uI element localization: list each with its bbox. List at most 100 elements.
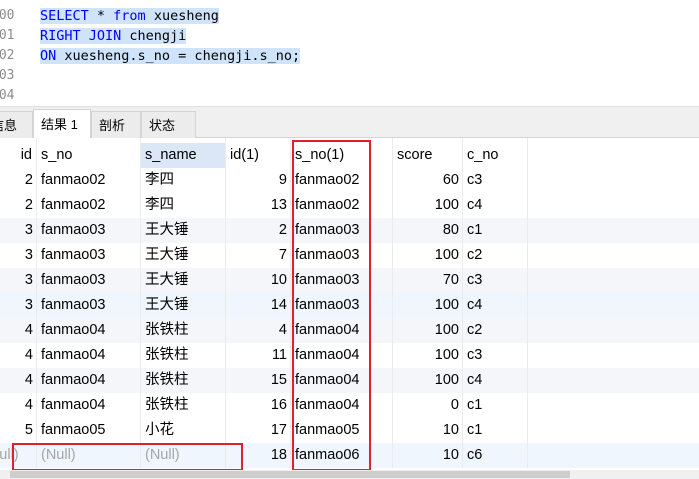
table-cell[interactable]: 4 <box>0 393 37 418</box>
header-col-s_name[interactable]: s_name <box>141 143 226 168</box>
table-cell[interactable]: 100 <box>393 243 463 268</box>
table-cell[interactable]: fanmao03 <box>37 218 141 243</box>
sql-editor[interactable]: 100 SELECT * from xuesheng 101 RIGHT JOIN c… <box>0 0 699 106</box>
table-cell[interactable]: 王大锤 <box>141 268 226 293</box>
header-col-id[interactable]: id <box>0 143 37 168</box>
tab-info[interactable]: 信息 <box>0 111 33 138</box>
table-cell[interactable]: fanmao03 <box>37 268 141 293</box>
table-cell[interactable]: 100 <box>393 293 463 318</box>
table-cell[interactable]: c4 <box>463 193 528 218</box>
table-cell[interactable]: fanmao04 <box>291 318 393 343</box>
table-cell[interactable]: 2 <box>226 218 291 243</box>
table-cell[interactable]: fanmao05 <box>291 418 393 443</box>
table-row[interactable]: 3 fanmao03 王大锤 7 fanmao03 100 c2 <box>0 243 699 268</box>
table-cell[interactable]: fanmao04 <box>291 393 393 418</box>
table-cell[interactable]: fanmao06 <box>291 443 393 468</box>
table-cell[interactable]: 60 <box>393 168 463 193</box>
table-cell[interactable]: 15 <box>226 368 291 393</box>
table-cell[interactable]: 2 <box>0 193 37 218</box>
table-cell[interactable]: fanmao05 <box>37 418 141 443</box>
table-cell[interactable]: c1 <box>463 393 528 418</box>
table-cell[interactable]: 10 <box>226 268 291 293</box>
header-col-s_no[interactable]: s_no <box>37 143 141 168</box>
tab-result-1[interactable]: 结果 1 <box>33 109 91 139</box>
table-row[interactable]: 2 fanmao02 李四 13 fanmao02 100 c4 <box>0 193 699 218</box>
table-cell[interactable]: fanmao03 <box>291 268 393 293</box>
table-cell[interactable]: 11 <box>226 343 291 368</box>
table-cell[interactable]: fanmao04 <box>291 368 393 393</box>
header-col-s_no-1[interactable]: s_no(1) <box>291 143 393 168</box>
table-cell[interactable]: 4 <box>226 318 291 343</box>
table-cell[interactable]: c3 <box>463 168 528 193</box>
table-cell[interactable]: 10 <box>393 418 463 443</box>
table-cell[interactable]: (Null) <box>0 443 37 468</box>
header-col-c_no[interactable]: c_no <box>463 143 528 168</box>
table-cell[interactable]: fanmao03 <box>37 243 141 268</box>
scrollbar-thumb[interactable] <box>10 471 570 478</box>
table-cell[interactable]: 16 <box>226 393 291 418</box>
table-row[interactable]: 4 fanmao04 张铁柱 15 fanmao04 100 c4 <box>0 368 699 393</box>
table-row[interactable]: 5 fanmao05 小花 17 fanmao05 10 c1 <box>0 418 699 443</box>
table-cell[interactable]: 7 <box>226 243 291 268</box>
table-cell[interactable]: 3 <box>0 243 37 268</box>
tab-profile[interactable]: 剖析 <box>91 111 141 138</box>
table-cell[interactable]: 3 <box>0 218 37 243</box>
table-cell[interactable]: fanmao04 <box>37 393 141 418</box>
table-row[interactable]: 4 fanmao04 张铁柱 16 fanmao04 0 c1 <box>0 393 699 418</box>
table-cell[interactable]: 李四 <box>141 168 226 193</box>
table-cell[interactable]: fanmao04 <box>37 318 141 343</box>
table-cell[interactable]: fanmao03 <box>291 243 393 268</box>
table-cell[interactable]: 80 <box>393 218 463 243</box>
header-col-id-1[interactable]: id(1) <box>226 143 291 168</box>
table-cell[interactable]: 100 <box>393 318 463 343</box>
header-col-score[interactable]: score <box>393 143 463 168</box>
result-grid[interactable]: id s_no s_name id(1) s_no(1) score c_no 2 fanma… <box>0 138 699 479</box>
table-cell[interactable]: fanmao03 <box>291 293 393 318</box>
table-cell[interactable]: 9 <box>226 168 291 193</box>
horizontal-scrollbar[interactable] <box>0 470 699 479</box>
table-cell[interactable]: c3 <box>463 268 528 293</box>
table-cell[interactable]: c1 <box>463 418 528 443</box>
table-cell[interactable]: 70 <box>393 268 463 293</box>
table-row[interactable]: 3 fanmao03 王大锤 10 fanmao03 70 c3 <box>0 268 699 293</box>
table-cell[interactable]: 张铁柱 <box>141 318 226 343</box>
code-line[interactable]: RIGHT JOIN chengji <box>40 26 187 46</box>
table-cell[interactable]: 小花 <box>141 418 226 443</box>
table-cell[interactable]: 3 <box>0 293 37 318</box>
table-cell[interactable]: c4 <box>463 293 528 318</box>
table-cell[interactable]: fanmao02 <box>37 193 141 218</box>
table-cell[interactable]: fanmao04 <box>291 343 393 368</box>
table-cell[interactable]: 4 <box>0 368 37 393</box>
table-cell[interactable]: c2 <box>463 243 528 268</box>
table-cell[interactable]: 18 <box>226 443 291 468</box>
table-row[interactable]: (Null)(Null)(Null)18fanmao0610c6 <box>0 443 699 468</box>
table-cell[interactable]: 4 <box>0 318 37 343</box>
table-cell[interactable]: 王大锤 <box>141 218 226 243</box>
table-cell[interactable]: fanmao02 <box>291 193 393 218</box>
code-line[interactable]: ON xuesheng.s_no = chengji.s_no; <box>40 46 301 66</box>
table-cell[interactable]: 王大锤 <box>141 243 226 268</box>
code-line[interactable]: SELECT * from xuesheng <box>40 6 219 26</box>
table-row[interactable]: 2 fanmao02 李四 9 fanmao02 60 c3 <box>0 168 699 193</box>
table-cell[interactable]: c1 <box>463 218 528 243</box>
table-cell[interactable]: 王大锤 <box>141 293 226 318</box>
table-cell[interactable]: 张铁柱 <box>141 393 226 418</box>
table-cell[interactable]: 4 <box>0 343 37 368</box>
table-cell[interactable]: 10 <box>393 443 463 468</box>
table-row[interactable]: 3 fanmao03 王大锤 14 fanmao03 100 c4 <box>0 293 699 318</box>
table-cell[interactable]: 李四 <box>141 193 226 218</box>
table-cell[interactable]: 13 <box>226 193 291 218</box>
table-cell[interactable]: (Null) <box>141 443 226 468</box>
table-cell[interactable]: 100 <box>393 193 463 218</box>
table-cell[interactable]: 张铁柱 <box>141 343 226 368</box>
tab-status[interactable]: 状态 <box>141 111 196 138</box>
table-cell[interactable]: fanmao04 <box>37 368 141 393</box>
table-cell[interactable]: c4 <box>463 368 528 393</box>
table-row[interactable]: 3 fanmao03 王大锤 2 fanmao03 80 c1 <box>0 218 699 243</box>
table-cell[interactable]: 3 <box>0 268 37 293</box>
table-cell[interactable]: c6 <box>463 443 528 468</box>
table-cell[interactable]: 2 <box>0 168 37 193</box>
table-row[interactable]: 4 fanmao04 张铁柱 4 fanmao04 100 c2 <box>0 318 699 343</box>
table-cell[interactable]: (Null) <box>37 443 141 468</box>
table-cell[interactable]: 5 <box>0 418 37 443</box>
